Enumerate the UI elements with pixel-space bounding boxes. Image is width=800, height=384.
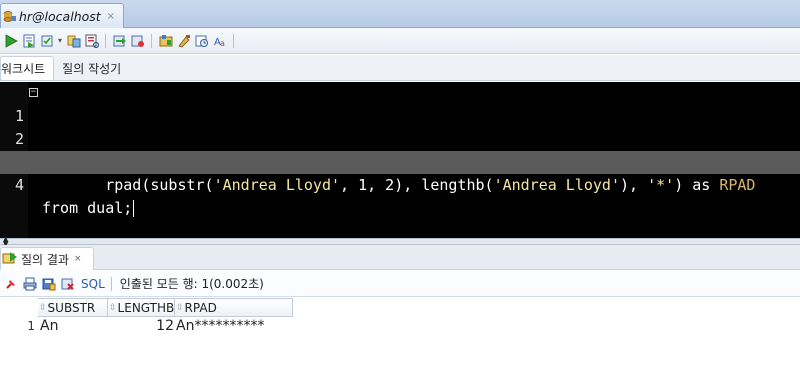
document-tab-bar: hr@localhost ×	[0, 0, 800, 28]
result-tab-label: 질의 결과	[21, 252, 69, 267]
language-icon[interactable]: Aa	[211, 32, 228, 49]
editor-line-2[interactable]: 2 lengthb('Andrea Lloyd') as LENGTHB,	[0, 105, 800, 171]
row-number: 1	[27, 319, 35, 333]
worksheet-toolbar: ▾ Aa	[0, 28, 800, 54]
sort-icon: ⇳	[109, 302, 117, 313]
grid-header-row: ⇳ SUBSTR ⇳ LENGTHB ⇳ RPAD	[0, 298, 293, 317]
tab-worksheet[interactable]: 워크시트	[0, 56, 55, 80]
save-icon[interactable]	[40, 275, 57, 292]
toolbar-divider	[151, 33, 153, 48]
tab-query-builder[interactable]: 질의 작성기	[54, 56, 129, 80]
delete-icon[interactable]	[59, 275, 76, 292]
format-icon[interactable]	[175, 32, 192, 49]
close-icon[interactable]: ×	[74, 254, 82, 264]
result-grid: ⇳ SUBSTR ⇳ LENGTHB ⇳ RPAD 1 An 12 An****…	[0, 298, 293, 335]
code-token: 'Andrea Lloyd'	[493, 176, 620, 194]
code-token: ) as	[674, 176, 720, 194]
rollback-icon[interactable]	[111, 32, 128, 49]
worksheet-subtabs: 워크시트 질의 작성기	[0, 55, 800, 81]
query-result-icon	[2, 251, 18, 268]
sql-editor[interactable]: 1 − select substr('Andrea Lloyd', 1, 2) …	[0, 82, 800, 238]
cell-rpad[interactable]: An**********	[175, 317, 293, 335]
table-row[interactable]: 1 An 12 An**********	[0, 317, 293, 335]
toolbar-divider	[233, 33, 235, 48]
close-icon[interactable]: ×	[107, 11, 115, 22]
column-header-label: RPAD	[184, 300, 217, 315]
code-token: from dual;	[42, 199, 133, 217]
column-header-label: SUBSTR	[47, 300, 96, 315]
tab-query-result[interactable]: 질의 결과 ×	[0, 247, 94, 270]
sql-link[interactable]: SQL	[81, 277, 105, 291]
cell-lengthb[interactable]: 12	[108, 317, 175, 335]
print-icon[interactable]	[21, 275, 38, 292]
doc-tab-label: hr@localhost	[19, 8, 101, 24]
editor-line-3[interactable]: 3 rpad(substr('Andrea Lloyd', 1, 2), len…	[0, 128, 800, 194]
text-caret	[133, 200, 135, 217]
result-tab-bar: 질의 결과 ×	[0, 245, 800, 270]
toolbar-divider	[110, 276, 112, 291]
editor-line-4[interactable]: 4 from dual;	[0, 151, 800, 217]
history-icon[interactable]	[193, 32, 210, 49]
code-token: ),	[620, 176, 648, 194]
code-line: from dual;	[42, 197, 135, 220]
line-number: 4	[14, 176, 24, 194]
svg-text:a: a	[220, 39, 225, 48]
run-script-icon[interactable]	[20, 32, 37, 49]
fetch-status: 인출된 모든 행: 1(0.002초)	[119, 277, 264, 291]
sql-tuning-icon[interactable]	[129, 32, 146, 49]
code-token: RPAD	[719, 176, 756, 194]
code-line: rpad(substr('Andrea Lloyd', 1, 2), lengt…	[42, 174, 755, 197]
explain-plan-icon[interactable]	[65, 32, 82, 49]
row-number-header	[0, 298, 38, 317]
cell-substr[interactable]: An	[38, 317, 108, 335]
column-header-rpad[interactable]: ⇳ RPAD	[175, 298, 293, 317]
panel-splitter[interactable]: ▲ ▼	[0, 236, 800, 248]
code-token: rpad(substr(	[42, 176, 214, 194]
sort-icon: ⇳	[39, 302, 47, 313]
result-toolbar: SQL 인출된 모든 행: 1(0.002초)	[0, 271, 800, 297]
code-token: , 1, 2), lengthb(	[340, 176, 494, 194]
database-icon	[3, 10, 16, 22]
fold-icon[interactable]: −	[29, 88, 38, 97]
sort-icon: ⇳	[176, 302, 184, 313]
clear-icon[interactable]	[157, 32, 174, 49]
commit-icon[interactable]	[38, 32, 55, 49]
column-header-lengthb[interactable]: ⇳ LENGTHB	[108, 298, 175, 317]
toolbar-divider	[105, 33, 107, 48]
code-token: 'Andrea Lloyd'	[213, 176, 341, 194]
chevron-down-icon[interactable]: ▾	[58, 36, 62, 45]
column-header-label: LENGTHB	[117, 300, 175, 315]
run-statement-icon[interactable]	[2, 32, 19, 49]
autotrace-icon[interactable]	[83, 32, 100, 49]
pin-icon[interactable]	[2, 275, 19, 292]
editor-line-1[interactable]: 1 − select substr('Andrea Lloyd', 1, 2) …	[0, 82, 800, 172]
column-header-substr[interactable]: ⇳ SUBSTR	[38, 298, 108, 317]
doc-tab-hr-localhost[interactable]: hr@localhost ×	[0, 3, 124, 28]
code-token: '*'	[647, 176, 675, 194]
